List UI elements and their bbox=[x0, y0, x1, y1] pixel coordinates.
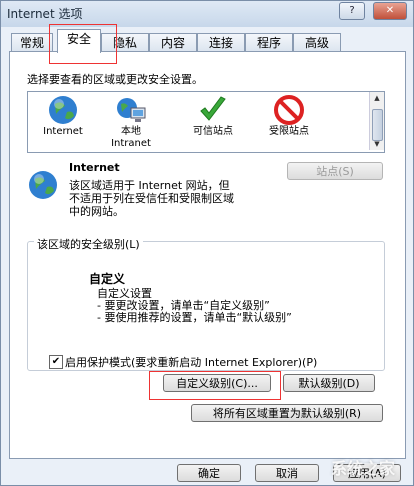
checkmark-icon bbox=[197, 94, 229, 126]
zone-label-trusted: 可信站点 bbox=[193, 126, 233, 137]
select-zone-prompt: 选择要查看的区域或更改安全设置。 bbox=[27, 73, 203, 86]
reset-all-zones-button[interactable]: 将所有区域重置为默认级别(R) bbox=[191, 404, 383, 422]
tab-programs[interactable]: 程序 bbox=[245, 33, 293, 52]
custom-level-button[interactable]: 自定义级别(C)... bbox=[163, 374, 271, 392]
help-button[interactable]: ? bbox=[339, 2, 365, 20]
restricted-icon bbox=[273, 94, 305, 126]
intranet-icon bbox=[115, 94, 147, 126]
zone-label-intranet: 本地 Intranet bbox=[111, 126, 151, 149]
ok-button[interactable]: 确定 bbox=[177, 464, 241, 482]
cancel-button[interactable]: 取消 bbox=[255, 464, 319, 482]
tab-content[interactable]: 内容 bbox=[149, 33, 197, 52]
selected-zone-name: Internet bbox=[69, 161, 120, 174]
title-bar: Internet 选项 ? ✕ bbox=[1, 1, 413, 27]
scroll-down-icon[interactable]: ▼ bbox=[372, 140, 382, 148]
protected-mode-checkbox[interactable]: ✔ bbox=[49, 355, 63, 369]
zone-list: Internet 本地 Intranet 可信站点 受限站点 ▲ ▼ bbox=[27, 91, 385, 153]
selected-zone-description: 该区域适用于 Internet 网站，但 不适用于列在受信任和受限制区域 中的网… bbox=[69, 179, 234, 218]
scroll-thumb[interactable] bbox=[372, 109, 383, 141]
zone-label-restricted: 受限站点 bbox=[269, 126, 309, 137]
tab-general[interactable]: 常规 bbox=[11, 33, 53, 52]
protected-mode-label[interactable]: 启用保护模式(要求重新启动 Internet Explorer)(P) bbox=[65, 354, 317, 370]
selected-zone-globe-icon bbox=[27, 169, 59, 201]
tab-advanced[interactable]: 高级 bbox=[293, 33, 341, 52]
zone-label-internet: Internet bbox=[43, 126, 83, 137]
globe-icon bbox=[47, 94, 79, 126]
security-level-group-title: 该区域的安全级别(L) bbox=[34, 236, 143, 252]
sites-button[interactable]: 站点(S) bbox=[287, 162, 383, 180]
tab-privacy[interactable]: 隐私 bbox=[101, 33, 149, 52]
zone-list-scrollbar[interactable]: ▲ ▼ bbox=[369, 92, 384, 150]
zone-restricted-sites[interactable]: 受限站点 bbox=[254, 94, 324, 138]
tab-connections[interactable]: 连接 bbox=[197, 33, 245, 52]
tab-strip: 常规 安全 隐私 内容 连接 程序 高级 bbox=[9, 29, 409, 53]
scroll-up-icon[interactable]: ▲ bbox=[372, 94, 382, 102]
window-title: Internet 选项 bbox=[7, 7, 83, 21]
security-level-name: 自定义 bbox=[89, 272, 126, 286]
internet-options-window: Internet 选项 ? ✕ 常规 安全 隐私 内容 连接 程序 高级 选择要… bbox=[0, 0, 414, 486]
zone-internet[interactable]: Internet bbox=[28, 94, 98, 138]
watermark-logo: 系统之家 bbox=[330, 459, 395, 478]
zone-local-intranet[interactable]: 本地 Intranet bbox=[96, 94, 166, 150]
security-level-description: 自定义设置 - 要更改设置，请单击“自定义级别” - 要使用推荐的设置，请单击“… bbox=[97, 287, 292, 324]
zone-trusted-sites[interactable]: 可信站点 bbox=[178, 94, 248, 138]
tab-security[interactable]: 安全 bbox=[57, 29, 101, 53]
close-button[interactable]: ✕ bbox=[373, 2, 407, 20]
default-level-button[interactable]: 默认级别(D) bbox=[283, 374, 375, 392]
